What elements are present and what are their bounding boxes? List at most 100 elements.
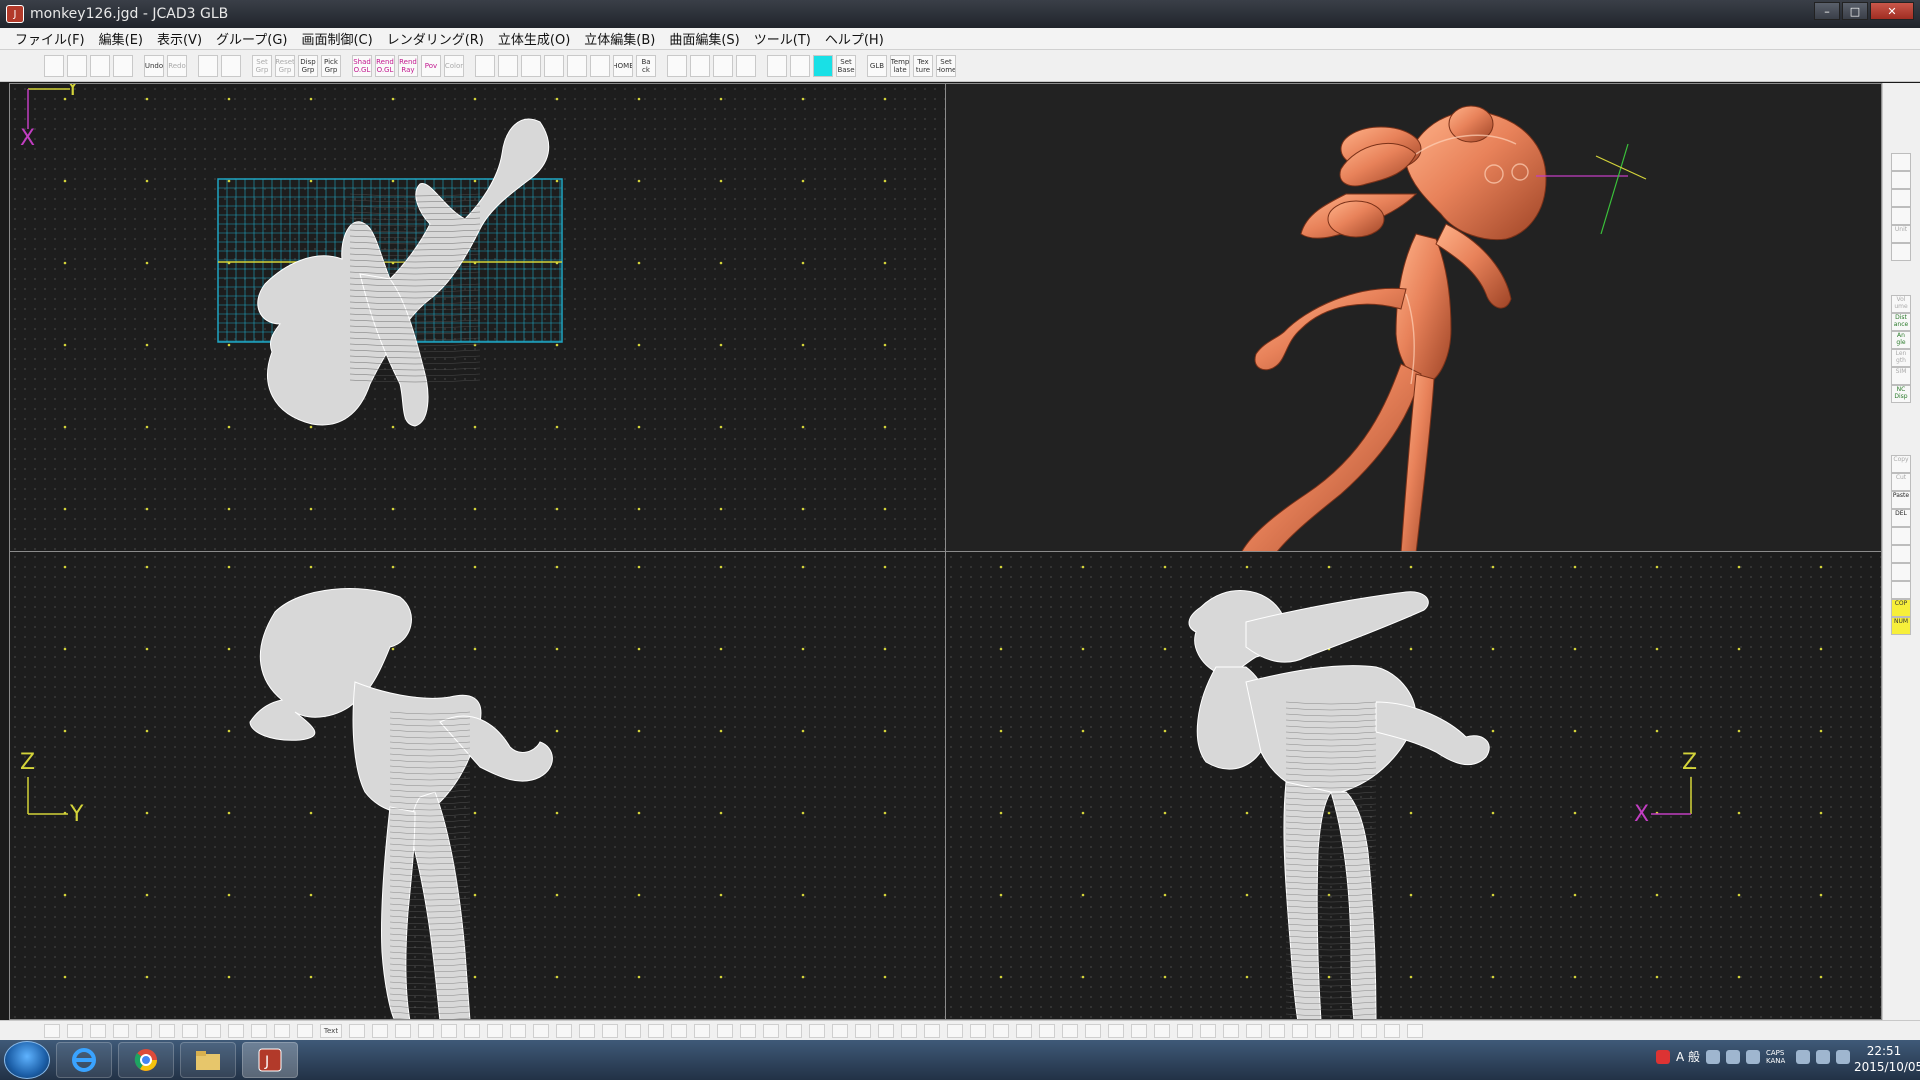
tool-2-button[interactable] xyxy=(1891,171,1911,189)
bottom-tool-button-50[interactable] xyxy=(1200,1023,1216,1038)
bottom-tool-button-49[interactable] xyxy=(1177,1023,1193,1038)
menu-item-2[interactable]: 表示(V) xyxy=(150,29,209,48)
bottom-tool-button-45[interactable] xyxy=(1085,1023,1101,1038)
bottom-tool-button-9[interactable] xyxy=(251,1023,267,1038)
bottom-tool-button-29[interactable] xyxy=(717,1023,733,1038)
volume-button[interactable]: Vol ume xyxy=(1891,295,1911,313)
bottom-tool-button-32[interactable] xyxy=(786,1023,802,1038)
bottom-tool-button-15[interactable] xyxy=(395,1023,411,1038)
zoom-fit-button[interactable] xyxy=(567,54,587,77)
bottom-tool-button-12[interactable]: Text xyxy=(320,1023,342,1038)
start-button[interactable] xyxy=(4,1041,50,1079)
paste-button[interactable]: Paste xyxy=(1891,491,1911,509)
zoom-window-button[interactable] xyxy=(521,54,541,77)
bottom-tool-button-20[interactable] xyxy=(510,1023,526,1038)
rend-ray-button[interactable]: Rend Ray xyxy=(398,54,418,77)
volume-icon[interactable] xyxy=(1836,1049,1850,1064)
tool-1-button[interactable] xyxy=(1891,153,1911,171)
bottom-tool-button-33[interactable] xyxy=(809,1023,825,1038)
minimize-button[interactable]: – xyxy=(1814,2,1840,20)
app-icon[interactable]: J xyxy=(6,5,24,23)
bottom-tool-button-42[interactable] xyxy=(1016,1023,1032,1038)
shad-ogl-button[interactable]: Shad O.GL xyxy=(352,54,372,77)
bottom-tool-button-51[interactable] xyxy=(1223,1023,1239,1038)
bottom-tool-button-8[interactable] xyxy=(228,1023,244,1038)
copy-button[interactable]: Copy xyxy=(1891,455,1911,473)
grid-c-button[interactable] xyxy=(813,54,833,77)
notification-icon[interactable] xyxy=(1655,1049,1670,1064)
zoom-out-button[interactable] xyxy=(498,54,518,77)
pan-button[interactable] xyxy=(590,54,610,77)
bottom-tool-button-3[interactable] xyxy=(113,1023,129,1038)
viewport-top[interactable]: Y X xyxy=(9,83,946,552)
ime-indicator[interactable]: A 般 xyxy=(1676,1048,1700,1065)
bottom-tool-button-31[interactable] xyxy=(763,1023,779,1038)
new-button[interactable] xyxy=(44,54,64,77)
menu-item-1[interactable]: 編集(E) xyxy=(92,29,150,48)
zoom-in-button[interactable] xyxy=(475,54,495,77)
bottom-tool-button-28[interactable] xyxy=(694,1023,710,1038)
bottom-tool-button-11[interactable] xyxy=(297,1023,313,1038)
viewport-side[interactable]: Z Y xyxy=(9,551,946,1020)
bottom-tool-button-52[interactable] xyxy=(1246,1023,1262,1038)
pick-grp-button[interactable]: Pick Grp xyxy=(321,54,341,77)
redo-button[interactable]: Redo xyxy=(167,54,187,77)
back-button[interactable]: Ba ck xyxy=(636,54,656,77)
bottom-tool-button-22[interactable] xyxy=(556,1023,572,1038)
copy-view-button[interactable] xyxy=(198,54,218,77)
bottom-tool-button-43[interactable] xyxy=(1039,1023,1055,1038)
cop-button[interactable]: COP xyxy=(1891,599,1911,617)
home-button[interactable]: HOME xyxy=(613,54,633,77)
menu-item-0[interactable]: ファイル(F) xyxy=(8,29,92,48)
menu-item-4[interactable]: 画面制御(C) xyxy=(294,29,379,48)
viewport-perspective[interactable] xyxy=(945,83,1882,552)
bottom-tool-button-36[interactable] xyxy=(878,1023,894,1038)
bottom-tool-button-18[interactable] xyxy=(464,1023,480,1038)
taskbar-ie[interactable] xyxy=(56,1042,112,1078)
del-button[interactable]: DEL xyxy=(1891,509,1911,527)
tool-17-button[interactable] xyxy=(1891,527,1911,545)
tool-6-button[interactable] xyxy=(1891,243,1911,261)
rot-a-button[interactable] xyxy=(667,54,687,77)
bottom-tool-button-46[interactable] xyxy=(1108,1023,1124,1038)
zoom-all-button[interactable] xyxy=(544,54,564,77)
bottom-tool-button-1[interactable] xyxy=(67,1023,83,1038)
bottom-tool-button-48[interactable] xyxy=(1154,1023,1170,1038)
bottom-tool-button-25[interactable] xyxy=(625,1023,641,1038)
menu-item-6[interactable]: 立体生成(O) xyxy=(491,29,577,48)
grid-view-button[interactable] xyxy=(221,54,241,77)
rot-d-button[interactable] xyxy=(736,54,756,77)
bottom-tool-button-0[interactable] xyxy=(44,1023,60,1038)
bottom-tool-button-59[interactable] xyxy=(1407,1023,1423,1038)
taskbar-chrome[interactable] xyxy=(118,1042,174,1078)
save-button[interactable] xyxy=(90,54,110,77)
sim-button[interactable]: SIM xyxy=(1891,367,1911,385)
flag-icon[interactable] xyxy=(1796,1049,1810,1064)
ime-tool-icon[interactable] xyxy=(1706,1049,1720,1064)
bottom-tool-button-16[interactable] xyxy=(418,1023,434,1038)
tool-4-button[interactable] xyxy=(1891,207,1911,225)
viewport-front[interactable]: Z X xyxy=(945,551,1882,1020)
clock[interactable]: 22:51 2015/10/05 xyxy=(1854,1043,1920,1075)
ime-dict-icon[interactable] xyxy=(1726,1049,1740,1064)
bottom-tool-button-38[interactable] xyxy=(924,1023,940,1038)
menu-item-10[interactable]: ヘルプ(H) xyxy=(818,29,891,48)
bottom-tool-button-14[interactable] xyxy=(372,1023,388,1038)
bottom-tool-button-57[interactable] xyxy=(1361,1023,1377,1038)
print-button[interactable] xyxy=(113,54,133,77)
open-button[interactable] xyxy=(67,54,87,77)
tool-3-button[interactable] xyxy=(1891,189,1911,207)
bottom-tool-button-54[interactable] xyxy=(1292,1023,1308,1038)
set-base-button[interactable]: Set Base xyxy=(836,54,856,77)
bottom-tool-button-27[interactable] xyxy=(671,1023,687,1038)
bottom-tool-button-10[interactable] xyxy=(274,1023,290,1038)
nc-disp-button[interactable]: NC Disp xyxy=(1891,385,1911,403)
reset-grp-button[interactable]: Reset Grp xyxy=(275,54,295,77)
bottom-tool-button-7[interactable] xyxy=(205,1023,221,1038)
bottom-tool-button-21[interactable] xyxy=(533,1023,549,1038)
disp-grp-button[interactable]: Disp Grp xyxy=(298,54,318,77)
texture-button[interactable]: Tex ture xyxy=(913,54,933,77)
menu-item-8[interactable]: 曲面編集(S) xyxy=(662,29,746,48)
rend-ogl-button[interactable]: Rend O.GL xyxy=(375,54,395,77)
undo-button[interactable]: Undo xyxy=(144,54,164,77)
